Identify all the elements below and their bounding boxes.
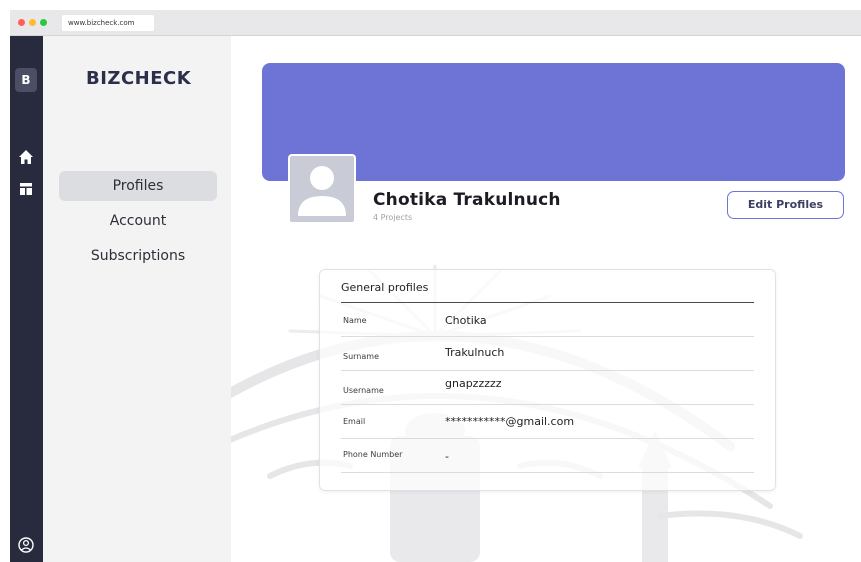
field-label-name: Name [343,316,367,325]
dashboard-icon[interactable] [17,180,35,198]
avatar-placeholder-icon [298,166,346,216]
profile-field-row: Username gnapzzzzz [341,371,754,405]
address-bar[interactable]: www.bizcheck.com [62,15,154,31]
profile-field-row: Email ***********@gmail.com [341,405,754,439]
field-value-username: gnapzzzzz [445,377,502,390]
field-value-surname: Trakulnuch [445,346,505,359]
card-title: General profiles [341,281,429,294]
nav-item-profiles[interactable]: Profiles [59,171,217,201]
maximize-window-dot[interactable] [40,19,47,26]
field-value-phone: - [445,450,449,463]
field-label-phone: Phone Number [343,450,403,459]
settings-sidebar: BIZCHECK Profiles Account Subscriptions [43,36,231,562]
field-value-email: ***********@gmail.com [445,415,575,428]
general-profiles-card: General profiles Name Chotika Surname Tr… [319,269,776,491]
field-label-surname: Surname [343,352,379,361]
window-top-margin [0,0,861,10]
profile-avatar[interactable] [288,154,356,224]
user-circle-icon[interactable] [17,536,35,554]
field-label-username: Username [343,386,384,395]
profile-field-row: Name Chotika [341,303,754,337]
minimize-window-dot[interactable] [29,19,36,26]
field-value-name: Chotika [445,314,487,327]
icon-rail: B [10,36,43,562]
profile-name: Chotika Trakulnuch [373,190,561,210]
profile-field-row: Phone Number - [341,439,754,473]
nav-item-subscriptions[interactable]: Subscriptions [59,241,217,271]
app-window: B BIZCHECK Profiles Account Subscription… [10,36,861,562]
profile-field-row: Surname Trakulnuch [341,337,754,371]
project-count: 4 Projects [373,213,413,222]
brand-title: BIZCHECK [86,68,192,89]
field-label-email: Email [343,417,366,426]
home-icon[interactable] [17,148,35,166]
app-logo-badge[interactable]: B [15,68,37,92]
close-window-dot[interactable] [18,19,25,26]
edit-profiles-button[interactable]: Edit Profiles [727,191,844,219]
nav-item-account[interactable]: Account [59,206,217,236]
window-controls [18,19,47,26]
browser-toolbar: www.bizcheck.com [10,10,861,36]
